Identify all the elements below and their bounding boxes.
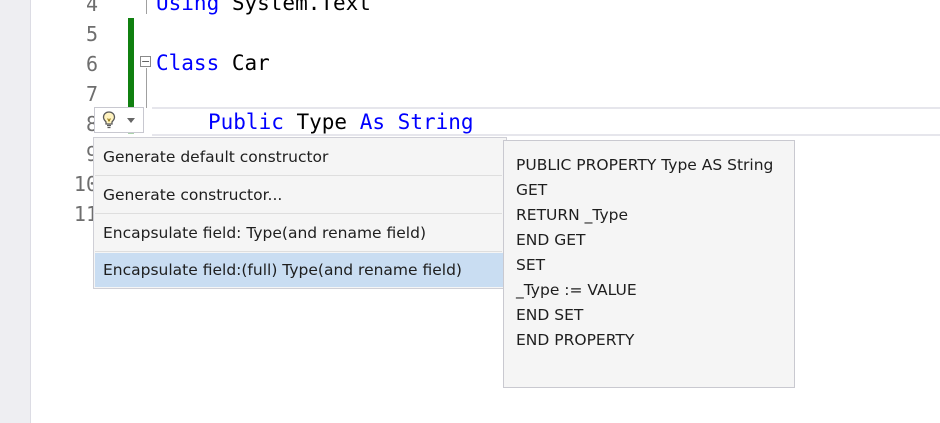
preview-line: RETURN _Type <box>516 206 629 224</box>
menu-item-generate-default-constructor[interactable]: Generate default constructor <box>95 140 505 174</box>
menu-item-encapsulate-field[interactable]: Encapsulate field: Type(and rename field… <box>95 216 505 250</box>
quick-actions-menu: Generate default constructor Generate co… <box>93 137 507 289</box>
menu-separator <box>95 213 502 214</box>
code-text: System.Text <box>219 0 371 15</box>
chevron-down-icon[interactable] <box>127 117 135 123</box>
lightbulb-icon <box>101 111 117 129</box>
preview-line: END PROPERTY <box>516 331 635 349</box>
outline-guide <box>146 68 147 108</box>
line-number: 8 <box>85 112 98 136</box>
keyword: As <box>359 110 386 134</box>
line-number: 7 <box>85 82 98 106</box>
code-line-4[interactable]: Using System.Text <box>156 0 371 18</box>
quick-actions-lightbulb-button[interactable] <box>94 107 144 133</box>
preview-line: SET <box>516 256 546 274</box>
line-number: 4 <box>85 0 98 16</box>
keyword: Using <box>156 0 220 15</box>
code-line-8[interactable]: Public Type As String <box>208 107 474 137</box>
code-text: Car <box>219 51 270 75</box>
menu-separator <box>95 251 502 252</box>
preview-line: END GET <box>516 231 586 249</box>
line-number: 6 <box>85 52 98 76</box>
line-number: 11 <box>73 202 98 226</box>
editor-margin-strip <box>0 0 31 423</box>
collapse-toggle-icon[interactable]: − <box>140 56 151 67</box>
keyword: Class <box>156 51 220 75</box>
outline-guide <box>146 0 147 14</box>
code-preview-pane: PUBLIC PROPERTY Type AS String GET RETUR… <box>503 140 795 388</box>
preview-line: GET <box>516 181 548 199</box>
line-number: 9 <box>85 142 98 166</box>
change-tracking-bar <box>128 18 134 108</box>
code-line-6[interactable]: Class Car <box>156 48 270 78</box>
preview-line: _Type := VALUE <box>516 281 637 299</box>
code-text: Type <box>283 110 360 134</box>
menu-item-generate-constructor[interactable]: Generate constructor... <box>95 178 505 212</box>
menu-item-encapsulate-field-full[interactable]: Encapsulate field:(full) Type(and rename… <box>95 253 505 287</box>
keyword: String <box>397 110 474 134</box>
preview-line: END SET <box>516 306 584 324</box>
line-number: 5 <box>85 22 98 46</box>
keyword: Public <box>208 110 284 134</box>
line-number: 10 <box>73 172 98 196</box>
preview-line: PUBLIC PROPERTY Type AS String <box>516 156 774 174</box>
menu-separator <box>95 175 502 176</box>
